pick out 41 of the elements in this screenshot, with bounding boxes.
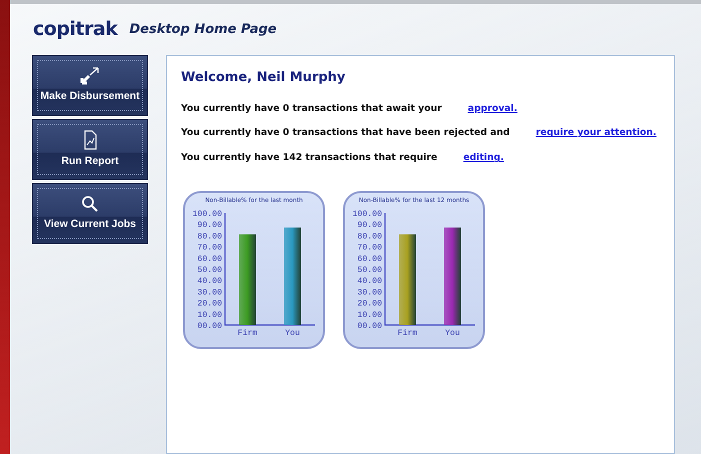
page-title: Desktop Home Page: [129, 20, 277, 39]
category-label: You: [445, 329, 460, 338]
tick-label: 60.00: [197, 255, 222, 264]
tick-label: 90.00: [197, 222, 222, 230]
tick-label: 80.00: [357, 232, 382, 242]
tick-label: 70.00: [357, 244, 382, 253]
tick-label: 00.00: [197, 322, 222, 332]
message-text: You currently have 142 transactions that require: [181, 151, 438, 166]
logo: copitrak: [33, 17, 118, 42]
message-link[interactable]: editing.: [463, 151, 504, 166]
tick-label: 50.00: [357, 266, 382, 276]
welcome-heading: Welcome, Neil Murphy: [181, 69, 346, 87]
sidebar-button[interactable]: View Current Jobs: [32, 183, 148, 244]
tick-label: 70.00: [197, 244, 222, 253]
message-text: You currently have 0 transactions that have been rejected and: [181, 126, 510, 140]
message-link[interactable]: require your attention.: [536, 126, 656, 140]
tick-label: 20.00: [197, 300, 222, 309]
category-label: You: [285, 329, 300, 338]
message-link[interactable]: approval.: [468, 102, 518, 116]
tick-label: 30.00: [357, 288, 382, 298]
search-icon: [81, 194, 99, 213]
tick-label: 40.00: [197, 278, 222, 287]
category-label: Firm: [238, 329, 258, 338]
category-label: Firm: [398, 329, 418, 338]
message-text: You currently have 0 transactions that await your: [181, 102, 442, 116]
tick-label: 20.00: [357, 300, 382, 309]
tick-label: 90.00: [357, 222, 382, 230]
arrows-icon: [80, 66, 100, 85]
tick-label: 10.00: [197, 311, 222, 320]
tick-label: 80.00: [197, 232, 222, 242]
tick-label: 60.00: [357, 255, 382, 264]
tick-label: 100.00: [192, 210, 222, 220]
tick-label: 30.00: [197, 288, 222, 298]
tick-label: 100.00: [352, 210, 382, 220]
tick-label: 40.00: [357, 278, 382, 287]
tick-label: 00.00: [357, 322, 382, 332]
sidebar-button[interactable]: Run Report: [32, 119, 148, 180]
tick-label: 50.00: [197, 266, 222, 276]
tick-label: 10.00: [357, 311, 382, 320]
report-icon: [82, 130, 98, 150]
sidebar-button[interactable]: Make Disbursement: [32, 55, 148, 116]
